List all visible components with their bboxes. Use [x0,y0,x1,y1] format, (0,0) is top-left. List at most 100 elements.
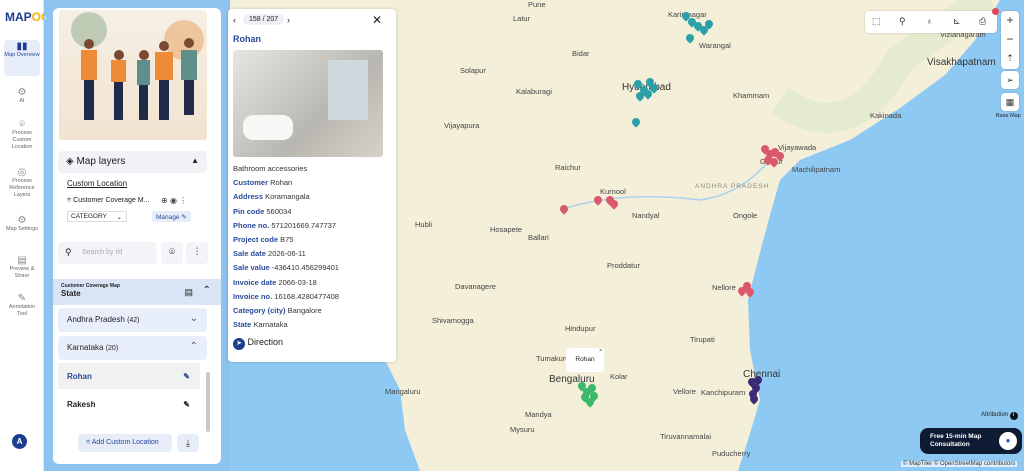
location-photo [233,50,383,157]
popup-field: Sale value -436410.456299401 [233,263,339,273]
chevron-down-icon: ⌄ [116,214,122,221]
city-label: Hosapete [490,225,523,234]
zoom-in-button[interactable]: + [1001,11,1019,30]
edit-icon[interactable]: ✎ [183,400,190,409]
city-label: Nellore [712,283,736,292]
popup-title: Rohan [233,34,261,44]
city-label: Tiruvannamalai [660,432,711,441]
more-icon[interactable]: ⋮ [179,196,187,205]
map-layers-header[interactable]: ◈ Map layers ▲ [58,151,207,173]
popup-field: Project code B75 [233,234,294,244]
manage-button[interactable]: Manage ✎ [152,211,191,222]
direction-icon: ➤ [233,338,245,350]
popup-field: Customer Rohan [233,178,293,188]
compass-icon[interactable]: ⇡ [1001,49,1019,68]
pin-icon[interactable]: ♁ [926,16,933,26]
collapse-up-icon[interactable]: ▲ [191,156,199,165]
base-map-button[interactable]: ▦ [1001,93,1019,111]
chevron-up-icon: ⌃ [202,285,211,296]
edit-icon[interactable]: ✎ [183,372,190,381]
popup-field: Invoice no. 16168.4280477408 [233,291,339,301]
ai-icon: ⚙ [17,87,27,98]
city-label: Kurnool [600,187,626,196]
location-filter-button[interactable]: ⌾ [161,242,183,264]
left-rail: MAPOG ▮▮ Map Overview ⚙ AI ⌾ Process Custom… [0,0,50,471]
category-select[interactable]: CATEGORY ⌄ [67,211,127,222]
city-label: Pune [528,0,546,9]
popup-field: State Karnataka [233,320,288,330]
pager: 158 / 207 [243,14,285,25]
gear-icon: ⚙ [17,215,27,226]
zoom-to-layer-icon[interactable]: ⊕ [161,196,168,205]
annotation-icon: ✎ [17,293,27,304]
city-label: Davanagere [455,282,496,291]
city-label: Ballari [528,233,549,242]
city-label: Kanchipuram [701,388,746,397]
locate-button[interactable]: ➢ [1001,71,1019,89]
map-toolbar: ⬚ ⚲ ♁ ⊾ ⎙ [865,11,997,33]
filter-settings-button[interactable]: ⫶ [186,242,208,264]
popup-field: Category (city) Bangalore [233,305,322,315]
consultation-button[interactable]: Free 15-min Map Consultation ● [920,428,1022,454]
rail-map-overview[interactable]: ▮▮ Map Overview [4,40,40,76]
city-label: Kolar [610,372,628,381]
search-icon: ⚲ [65,247,72,257]
city-label: Hubli [415,220,433,229]
measure-icon[interactable]: ⊾ [953,16,961,27]
state-row-karnataka[interactable]: Karnataka (20) ⌃ [58,336,207,360]
share-icon: ▤ [17,255,27,266]
base-map-label: Base Map [996,113,1021,119]
city-label: ANDHRA PRADESH [695,183,770,190]
list-item[interactable]: Rakesh ✎ [58,392,200,418]
avatar[interactable]: A [12,434,27,449]
city-label: Tumakuru [536,354,570,363]
layers-icon: ◎ [17,167,27,178]
prev-icon[interactable]: ‹ [233,15,236,25]
location-pin-icon: ⌾ [19,119,25,130]
chevron-up-icon: ⌃ [189,341,198,352]
city-label: Puducherry [712,449,751,458]
scrollbar[interactable] [206,372,210,432]
print-icon[interactable]: ⎙ [979,16,986,27]
city-label: Nandyal [632,211,660,220]
map-icon: ▮▮ [16,41,28,52]
collapse-icon[interactable]: › [44,13,47,22]
search-input[interactable]: ⚲ Search by titl [58,242,157,264]
attribution-button[interactable]: Attribution i [981,412,1018,420]
table-icon: ▤ [184,287,193,297]
add-custom-location-button[interactable]: ⌾ Add Custom Location [78,434,172,452]
popup-field: Pin code 560034 [233,206,292,216]
close-icon[interactable]: × [599,339,602,363]
rail-process-reference-layers[interactable]: ◎ Process Reference Layers [4,166,40,199]
layer-row: ⌾ Customer Coverage M... [67,197,150,204]
search-icon[interactable]: ⚲ [899,16,906,27]
state-row-andhra-pradesh[interactable]: Andhra Pradesh (42) ⌄ [58,308,207,332]
rail-map-settings[interactable]: ⚙ Map Settings [4,214,40,233]
area-select-icon[interactable]: ⬚ [872,16,881,27]
rail-process-custom-location[interactable]: ⌾ Process Custom Location [4,118,40,151]
group-header[interactable]: Customer Coverage Map State ▤ ⌃ [53,279,221,305]
city-label: Kalaburagi [516,87,552,96]
city-label: Machilipatnam [792,165,841,174]
rail-annotation-tool[interactable]: ✎ Annotation Tool [4,292,40,318]
city-label: Kakinada [870,111,902,120]
direction-button[interactable]: ➤ Direction [233,337,283,350]
list-item[interactable]: Rohan ✎ [58,363,200,389]
eye-icon[interactable]: ◉ [170,196,177,205]
rail-preview-share[interactable]: ▤ Preview & Share [4,254,40,280]
city-label: Vellore [673,387,696,396]
next-icon[interactable]: › [287,15,290,25]
layers-icon: ◈ [66,156,77,167]
custom-location-tab[interactable]: Custom Location [67,179,127,188]
download-button[interactable]: ⤓ [177,434,199,452]
zoom-out-button[interactable]: − [1001,30,1019,49]
rail-ai[interactable]: ⚙ AI [4,86,40,105]
city-label: Mangaluru [385,387,421,396]
city-label: Mysuru [510,425,535,434]
city-label: Proddatur [607,261,640,270]
city-label: Vijayapura [444,121,480,130]
popup-description: Bathroom accessories [233,164,308,173]
popup-field: Invoice date 2066-03-18 [233,277,317,287]
close-icon[interactable]: ✕ [372,13,382,27]
chevron-down-icon: ⌄ [189,313,198,324]
